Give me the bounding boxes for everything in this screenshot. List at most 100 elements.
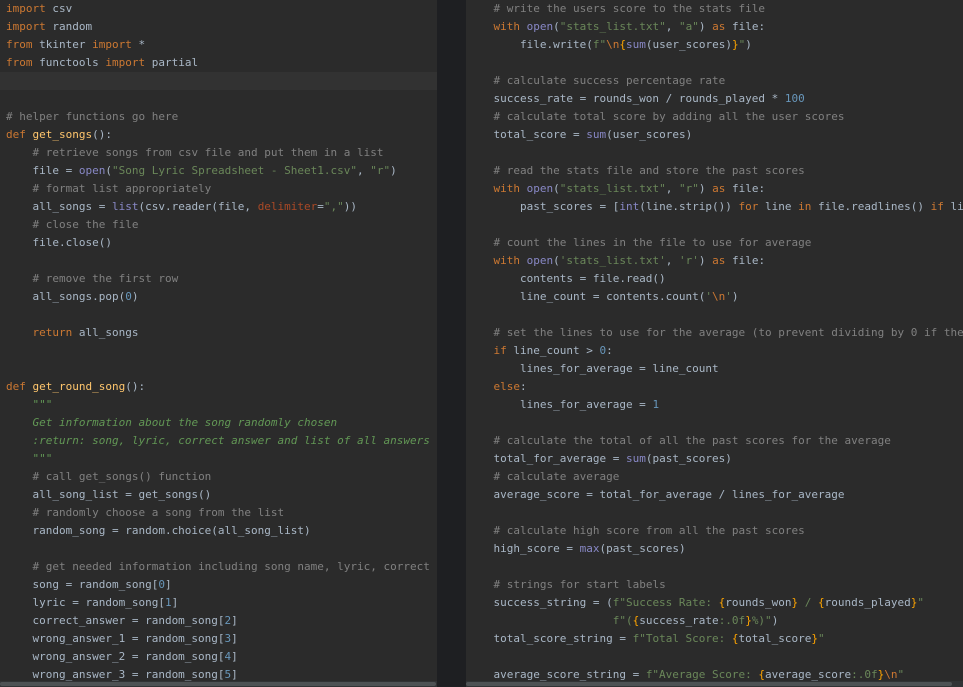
code-token: with [493,182,527,195]
code-line[interactable]: # remove the first row [0,270,437,288]
code-line[interactable]: else: [466,378,963,396]
code-line[interactable]: wrong_answer_2 = random_song[4] [0,648,437,666]
code-token: } [745,614,752,627]
horizontal-scrollbar-right[interactable] [466,681,963,687]
code-line[interactable] [0,342,437,360]
code-line[interactable]: from tkinter import * [0,36,437,54]
code-line[interactable]: all_songs.pop(0) [0,288,437,306]
code-line[interactable]: return all_songs [0,324,437,342]
code-line[interactable]: # call get_songs() function [0,468,437,486]
code-token: (): [92,128,112,141]
code-line[interactable]: past_scores = [int(line.strip()) for lin… [466,198,963,216]
code-line[interactable] [466,54,963,72]
code-line[interactable]: def get_round_song(): [0,378,437,396]
code-line[interactable]: # calculate average [466,468,963,486]
code-line[interactable]: # randomly choose a song from the list [0,504,437,522]
code-line[interactable]: # close the file [0,216,437,234]
code-line[interactable]: import csv [0,0,437,18]
code-token: 0 [158,578,165,591]
code-line[interactable]: line_count = contents.count('\n') [466,288,963,306]
code-line[interactable]: lines_for_average = line_count [466,360,963,378]
code-line[interactable]: lines_for_average = 1 [466,396,963,414]
code-line[interactable]: # count the lines in the file to use for… [466,234,963,252]
code-line[interactable]: :return: song, lyric, correct answer and… [0,432,437,450]
code-token: file.close() [6,236,112,249]
code-line[interactable] [466,216,963,234]
code-line[interactable]: if line_count > 0: [466,342,963,360]
code-token: high_score = [467,542,580,555]
code-token: # read the stats file and store the past… [493,164,805,177]
code-line[interactable]: """ [0,450,437,468]
code-line[interactable]: # write the users score to the stats fil… [466,0,963,18]
code-line[interactable]: wrong_answer_1 = random_song[3] [0,630,437,648]
editor-pane-right[interactable]: # write the users score to the stats fil… [466,0,963,687]
code-line[interactable]: # calculate high score from all the past… [466,522,963,540]
code-line[interactable] [0,306,437,324]
code-line[interactable]: f"({success_rate:.0f}%)") [466,612,963,630]
code-line[interactable]: # calculate the total of all the past sc… [466,432,963,450]
code-line[interactable]: random_song = random.choice(all_song_lis… [0,522,437,540]
code-line[interactable] [466,648,963,666]
code-line[interactable] [0,360,437,378]
code-line[interactable]: file.write(f"\n{sum(user_scores)}") [466,36,963,54]
code-token: ] [171,596,179,609]
code-token: success_string = ( [467,596,613,609]
code-token: ] [231,614,238,627]
horizontal-scrollbar-left[interactable] [0,681,437,687]
code-line[interactable] [0,252,437,270]
code-line[interactable]: all_song_list = get_songs() [0,486,437,504]
code-line[interactable]: with open('stats_list.txt', 'r') as file… [466,252,963,270]
code-line[interactable]: Get information about the song randomly … [0,414,437,432]
code-token: , [665,254,679,267]
code-line[interactable]: all_songs = list(csv.reader(file, delimi… [0,198,437,216]
code-line[interactable]: total_score_string = f"Total Score: {tot… [466,630,963,648]
code-line[interactable]: # helper functions go here [0,108,437,126]
code-line[interactable]: """ [0,396,437,414]
code-token: 'r' [678,254,699,267]
code-line[interactable] [466,504,963,522]
code-line[interactable]: import random [0,18,437,36]
code-token: # calculate the total of all the past sc… [493,434,891,447]
editor-pane-left[interactable]: import csv import random from tkinter impo… [0,0,437,687]
code-line[interactable]: song = random_song[0] [0,576,437,594]
code-line[interactable]: with open("stats_list.txt", "r") as file… [466,180,963,198]
code-line[interactable] [0,90,437,108]
code-line[interactable]: lyric = random_song[1] [0,594,437,612]
code-line[interactable]: high_score = max(past_scores) [466,540,963,558]
code-line[interactable] [0,540,437,558]
code-line[interactable]: # retrieve songs from csv file and put t… [0,144,437,162]
code-line[interactable] [0,72,437,90]
code-line[interactable]: correct_answer = random_song[2] [0,612,437,630]
code-token: (): [125,380,146,393]
code-line[interactable]: def get_songs(): [0,126,437,144]
code-line[interactable]: # calculate success percentage rate [466,72,963,90]
split-divider[interactable] [437,0,466,687]
code-line[interactable]: success_string = (f"Success Rate: {round… [466,594,963,612]
code-line[interactable]: # calculate total score by adding all th… [466,108,963,126]
code-token: # randomly choose a song from the list [32,506,285,519]
code-line[interactable]: file.close() [0,234,437,252]
code-line[interactable] [466,414,963,432]
scroll-thumb-left[interactable] [0,682,436,686]
code-line[interactable]: with open("stats_list.txt", "a") as file… [466,18,963,36]
code-line[interactable]: contents = file.read() [466,270,963,288]
code-line[interactable]: from functools import partial [0,54,437,72]
code-line[interactable] [466,558,963,576]
code-line[interactable]: total_score = sum(user_scores) [466,126,963,144]
code-line[interactable]: average_score = total_for_average / line… [466,486,963,504]
code-line[interactable]: # read the stats file and store the past… [466,162,963,180]
code-token: # calculate high score from all the past… [493,524,805,537]
code-line[interactable]: file = open("Song Lyric Spreadsheet - Sh… [0,162,437,180]
code-line[interactable]: # strings for start labels [466,576,963,594]
scroll-thumb-right[interactable] [466,682,952,686]
code-line[interactable] [466,144,963,162]
code-line[interactable] [466,306,963,324]
code-token: ) [771,614,779,627]
code-line[interactable]: # get needed information including song … [0,558,438,576]
code-token: "r" [678,182,699,195]
code-token: # helper functions go here [6,110,179,123]
code-line[interactable]: success_rate = rounds_won / rounds_playe… [466,90,963,108]
code-line[interactable]: # format list appropriately [0,180,437,198]
code-line[interactable]: # set the lines to use for the average (… [466,324,963,342]
code-line[interactable]: total_for_average = sum(past_scores) [466,450,963,468]
